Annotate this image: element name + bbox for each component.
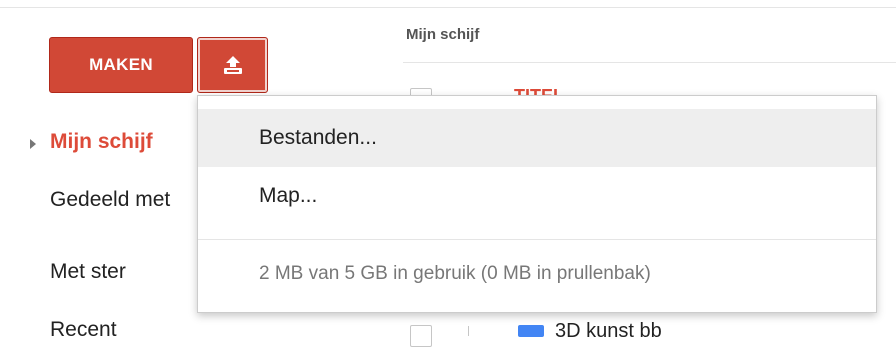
create-button[interactable]: MAKEN (49, 37, 193, 93)
storage-quota: 2 MB van 5 GB in gebruik (0 MB in prulle… (259, 263, 651, 284)
upload-icon (222, 54, 244, 76)
sidebar-item-met-ster[interactable]: Met ster (50, 260, 126, 284)
sidebar-item-gedeeld-met[interactable]: Gedeeld met (50, 188, 170, 212)
expand-arrow-icon[interactable] (30, 139, 36, 149)
row-checkbox[interactable] (410, 325, 432, 347)
folder-icon (518, 325, 544, 337)
header-divider (403, 62, 896, 63)
sidebar-item-recent[interactable]: Recent (50, 318, 117, 342)
upload-menu: Bestanden... Map... 2 MB van 5 GB in geb… (197, 95, 877, 313)
file-name[interactable]: TITEL (514, 82, 564, 96)
sidebar-item-mijn-schijf[interactable]: Mijn schijf (50, 130, 153, 154)
menu-item-files[interactable]: Bestanden... (198, 109, 876, 167)
row-star-divider (468, 326, 469, 336)
page-title: Mijn schijf (406, 26, 480, 43)
menu-item-folder[interactable]: Map... (198, 167, 876, 225)
menu-divider (198, 239, 876, 240)
upload-button[interactable] (197, 37, 268, 93)
top-divider (0, 7, 896, 8)
